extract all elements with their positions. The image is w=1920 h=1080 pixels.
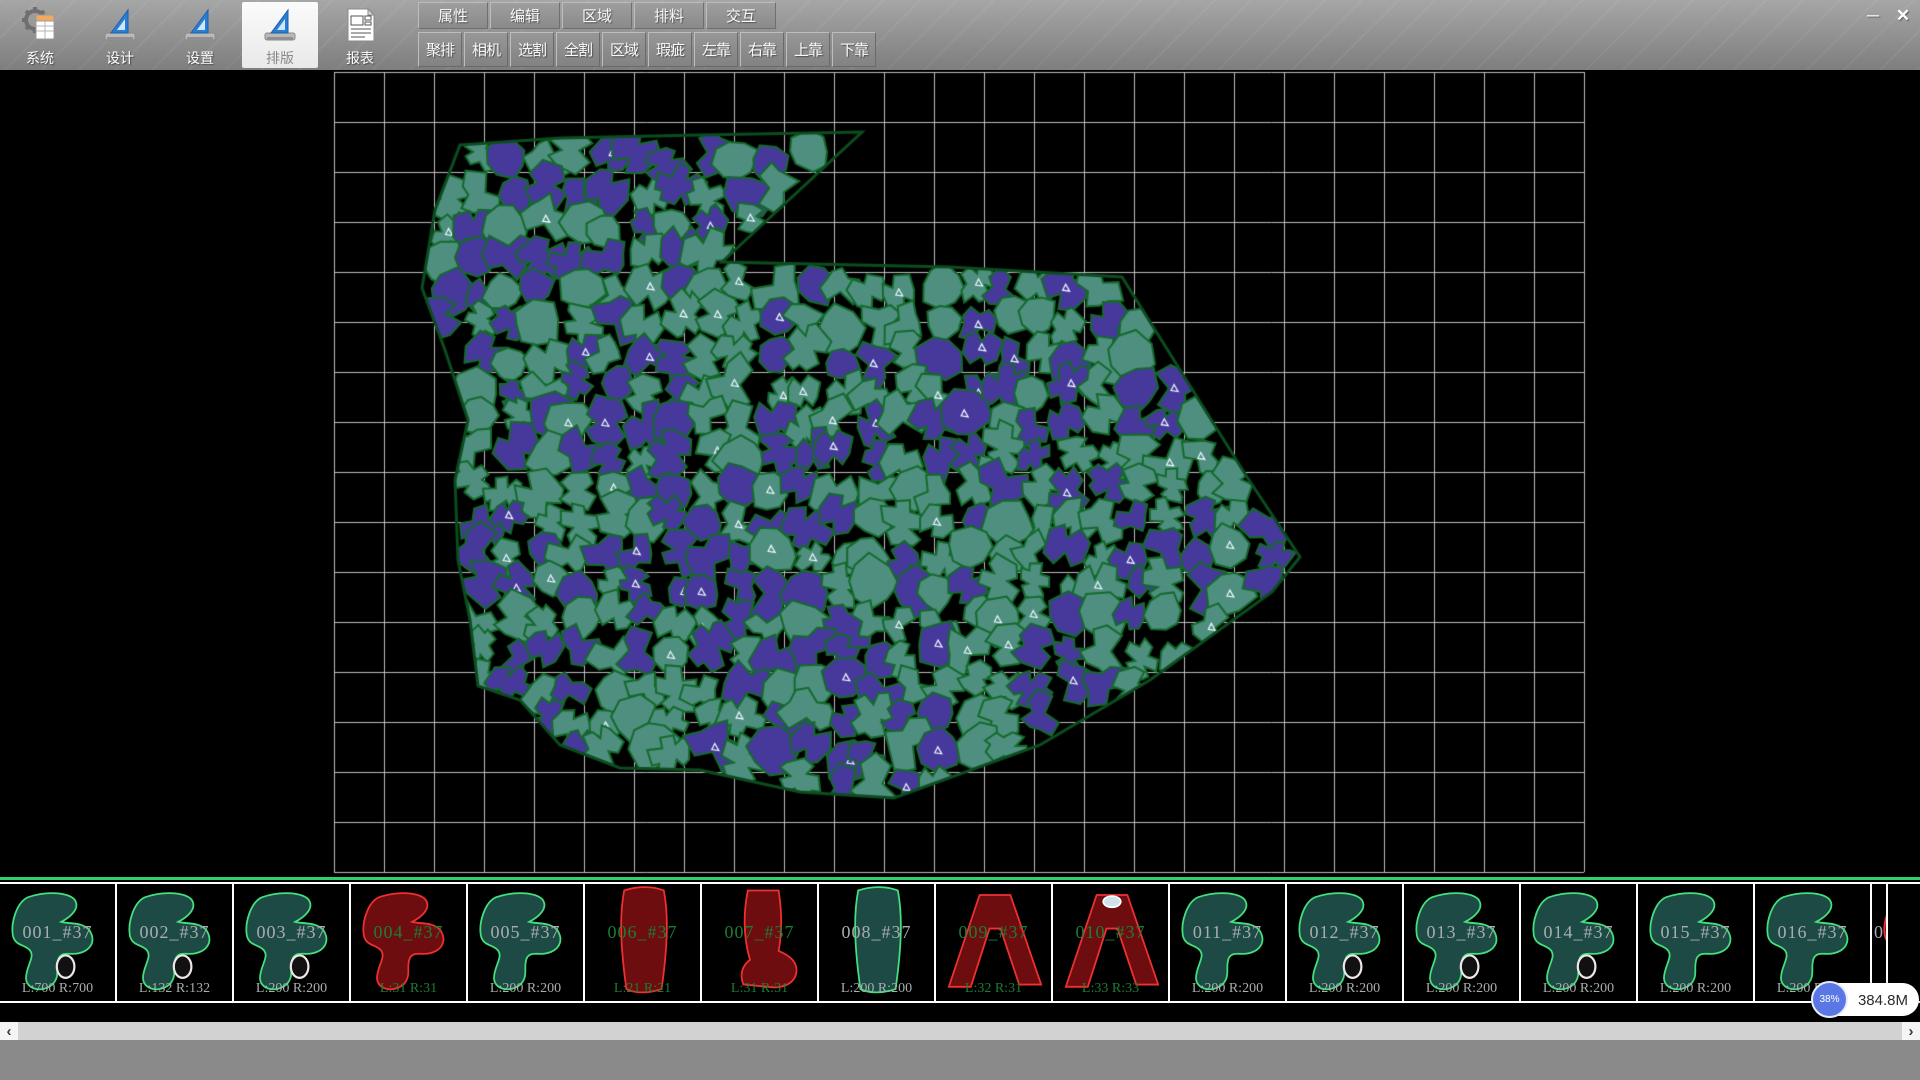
main-button-label: 系统 <box>26 48 54 68</box>
piece-id-label: 012_#37 <box>1287 922 1402 943</box>
piece-id-label: 009_#37 <box>936 922 1051 943</box>
piece-id-label: 0 <box>1872 922 1886 943</box>
main-button-label: 设置 <box>186 48 214 68</box>
scroll-left-arrow[interactable]: ‹ <box>0 1022 18 1040</box>
bottom-gap <box>0 1003 1920 1022</box>
piece-lr-label: L:700 R:700 <box>0 981 115 997</box>
piece-id-label: 008_#37 <box>819 922 934 943</box>
strip-accent-line <box>0 877 1920 880</box>
piece-lr-label: L:200 R:200 <box>468 981 583 997</box>
tool-button-5[interactable]: 瑕疵 <box>648 32 692 67</box>
memory-value: 384.8M <box>1858 992 1908 1009</box>
tool-button-4[interactable]: 区域 <box>602 32 646 67</box>
horizontal-scrollbar[interactable]: ‹ › <box>0 1022 1920 1040</box>
tool-button-9[interactable]: 下靠 <box>832 32 876 67</box>
piece-lr-label: L:200 R:200 <box>1638 981 1753 997</box>
progress-percent: 38% <box>1819 994 1839 1005</box>
design-icon <box>100 5 140 45</box>
tool-button-3[interactable]: 全割 <box>556 32 600 67</box>
main-button-label: 设计 <box>106 48 134 68</box>
nesting-app-window: 系统设计设置排版报表 属性编辑区域排料交互 聚排相机选割全割区域瑕疵左靠右靠上靠… <box>0 0 1920 1080</box>
thumbnail-row: 001_#37L:700 R:700002_#37L:132 R:132003_… <box>0 882 1920 1003</box>
top-toolbar: 系统设计设置排版报表 属性编辑区域排料交互 聚排相机选割全割区域瑕疵左靠右靠上靠… <box>0 0 1920 70</box>
main-button-group: 系统 设计 设置 排版 报表 <box>2 2 402 68</box>
nesting-canvas[interactable] <box>0 70 1920 877</box>
thumbnail-cell-001_#37[interactable]: 001_#37 L:700 R:700 <box>0 884 117 1001</box>
menu-button-row: 属性编辑区域排料交互 <box>418 2 778 29</box>
main-button-settings[interactable]: 设置 <box>162 2 238 68</box>
piece-lr-label: L:21 R:21 <box>585 981 700 997</box>
piece-id-label: 013_#37 <box>1404 922 1519 943</box>
thumbnail-cell-011_#37[interactable]: 011_#37 L:200 R:200 <box>1170 884 1287 1001</box>
piece-lr-label: L:200 R:200 <box>1170 981 1285 997</box>
status-badge: 384.8M 38% <box>1813 981 1919 1018</box>
piece-lr-label: L:32 R:31 <box>936 981 1051 997</box>
piece-id-label: 010_#37 <box>1053 922 1168 943</box>
settings-icon <box>180 5 220 45</box>
piece-id-label: 016_#37 <box>1755 922 1870 943</box>
piece-lr-label: L:200 R:200 <box>1287 981 1402 997</box>
tool-button-1[interactable]: 相机 <box>464 32 508 67</box>
piece-id-label: 005_#37 <box>468 922 583 943</box>
thumbnail-cell-014_#37[interactable]: 014_#37 L:200 R:200 <box>1521 884 1638 1001</box>
menu-button-1[interactable]: 编辑 <box>490 2 560 29</box>
scroll-right-arrow[interactable]: › <box>1902 1022 1920 1040</box>
menu-button-3[interactable]: 排料 <box>634 2 704 29</box>
tool-button-row: 聚排相机选割全割区域瑕疵左靠右靠上靠下靠 <box>418 32 878 67</box>
piece-lr-label: L:200 R:200 <box>819 981 934 997</box>
bottom-status-panel <box>0 1040 1920 1080</box>
piece-lr-label: L:33 R:33 <box>1053 981 1168 997</box>
report-icon <box>340 5 380 45</box>
piece-id-label: 007_#37 <box>702 922 817 943</box>
thumbnail-cell-005_#37[interactable]: 005_#37 L:200 R:200 <box>468 884 585 1001</box>
thumbnail-cell-012_#37[interactable]: 012_#37 L:200 R:200 <box>1287 884 1404 1001</box>
piece-lr-label: L:200 R:200 <box>234 981 349 997</box>
piece-id-label: 001_#37 <box>0 922 115 943</box>
main-button-label: 排版 <box>266 48 294 68</box>
thumbnail-cell-002_#37[interactable]: 002_#37 L:132 R:132 <box>117 884 234 1001</box>
piece-thumbnail-strip: 001_#37L:700 R:700002_#37L:132 R:132003_… <box>0 877 1920 1003</box>
tool-button-6[interactable]: 左靠 <box>694 32 738 67</box>
thumbnail-cell-003_#37[interactable]: 003_#37 L:200 R:200 <box>234 884 351 1001</box>
piece-lr-label: L:31 R:31 <box>702 981 817 997</box>
piece-lr-label: L:200 R:200 <box>1404 981 1519 997</box>
tool-button-2[interactable]: 选割 <box>510 32 554 67</box>
piece-id-label: 015_#37 <box>1638 922 1753 943</box>
main-button-system[interactable]: 系统 <box>2 2 78 68</box>
piece-id-label: 014_#37 <box>1521 922 1636 943</box>
menu-button-0[interactable]: 属性 <box>418 2 488 29</box>
main-button-report[interactable]: 报表 <box>322 2 398 68</box>
main-button-design[interactable]: 设计 <box>82 2 158 68</box>
layout-icon <box>260 5 300 45</box>
main-button-label: 报表 <box>346 48 374 68</box>
piece-id-label: 002_#37 <box>117 922 232 943</box>
tool-button-7[interactable]: 右靠 <box>740 32 784 67</box>
tool-button-0[interactable]: 聚排 <box>418 32 462 67</box>
thumbnail-cell-008_#37[interactable]: 008_#37 L:200 R:200 <box>819 884 936 1001</box>
menu-button-4[interactable]: 交互 <box>706 2 776 29</box>
thumbnail-cell-006_#37[interactable]: 006_#37 L:21 R:21 <box>585 884 702 1001</box>
system-icon <box>20 5 60 45</box>
thumbnail-cell-009_#37[interactable]: 009_#37 L:32 R:31 <box>936 884 1053 1001</box>
piece-id-label: 011_#37 <box>1170 922 1285 943</box>
progress-circle: 38% <box>1811 981 1848 1018</box>
minimize-button[interactable]: ─ <box>1858 2 1888 30</box>
thumbnail-cell-013_#37[interactable]: 013_#37 L:200 R:200 <box>1404 884 1521 1001</box>
piece-lr-label: L:132 R:132 <box>117 981 232 997</box>
scrollbar-track[interactable] <box>18 1022 1902 1040</box>
main-button-layout[interactable]: 排版 <box>242 2 318 68</box>
thumbnail-cell-015_#37[interactable]: 015_#37 L:200 R:200 <box>1638 884 1755 1001</box>
piece-lr-label: L:200 R:200 <box>1521 981 1636 997</box>
window-controls: ─ ✕ <box>1858 2 1918 30</box>
piece-id-label: 006_#37 <box>585 922 700 943</box>
thumbnail-cell-007_#37[interactable]: 007_#37 L:31 R:31 <box>702 884 819 1001</box>
piece-id-label: 004_#37 <box>351 922 466 943</box>
piece-id-label: 003_#37 <box>234 922 349 943</box>
thumbnail-cell-010_#37[interactable]: 010_#37 L:33 R:33 <box>1053 884 1170 1001</box>
piece-lr-label: L:31 R:31 <box>351 981 466 997</box>
close-button[interactable]: ✕ <box>1888 2 1918 30</box>
thumbnail-cell-004_#37[interactable]: 004_#37 L:31 R:31 <box>351 884 468 1001</box>
menu-button-2[interactable]: 区域 <box>562 2 632 29</box>
tool-button-8[interactable]: 上靠 <box>786 32 830 67</box>
